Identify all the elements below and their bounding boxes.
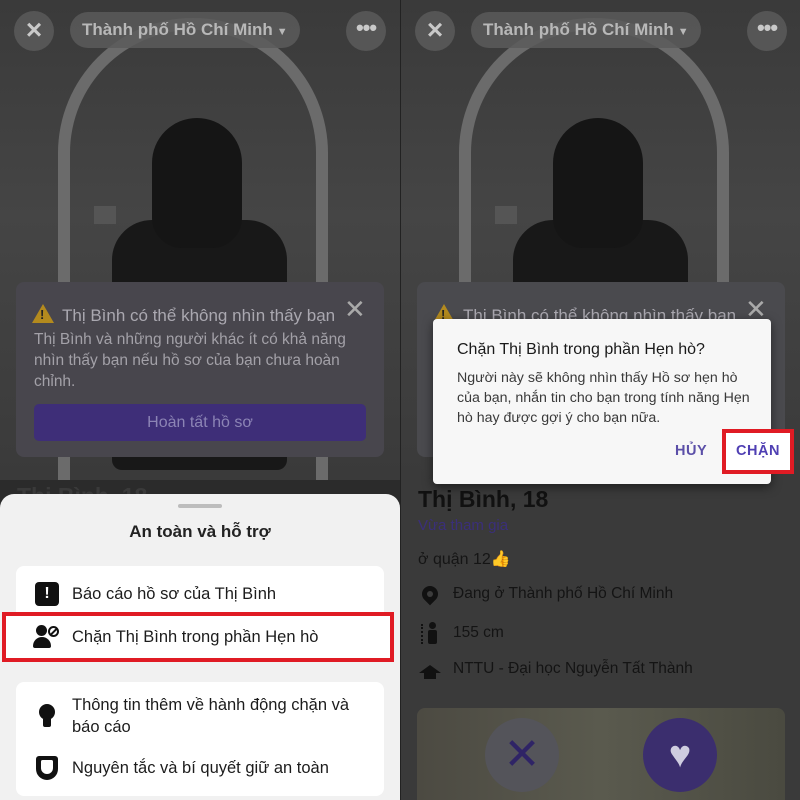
confirm-highlight: CHẶN — [722, 429, 794, 474]
chevron-down-icon: ▼ — [276, 26, 288, 38]
profile-name: Thị Bình, 18 — [418, 486, 549, 512]
info-location-label: Đang ở Thành phố Hồ Chí Minh — [453, 585, 674, 602]
more-options-icon[interactable]: ••• — [747, 11, 787, 51]
close-icon[interactable]: × — [14, 11, 54, 51]
dialog-title: Chặn Thị Bình trong phần Hẹn hò? — [457, 341, 705, 358]
sheet-drag-handle[interactable] — [178, 504, 222, 508]
sheet-title: An toàn và hỗ trợ — [129, 522, 271, 541]
block-report-info-item[interactable]: Thông tin thêm về hành động chặn và báo … — [16, 694, 384, 738]
info-row-height: 155 cm — [419, 622, 504, 644]
second-profile-photo — [417, 708, 785, 800]
info-row-school: NTTU - Đại học Nguyễn Tất Thành — [419, 660, 693, 679]
block-in-dating-label: Chặn Thị Bình trong phần Hẹn hò — [72, 628, 319, 646]
location-label: Thành phố Hồ Chí Minh — [483, 20, 674, 39]
warning-text: Thị Bình và những người khác ít có khả n… — [34, 331, 346, 390]
close-icon[interactable]: × — [415, 11, 455, 51]
like-heart-icon[interactable]: ♥ — [643, 718, 717, 792]
graduation-cap-icon — [419, 665, 441, 679]
exclamation-icon: ! — [35, 582, 59, 606]
left-panel: × Thành phố Hồ Chí Minh▼ ••• Thị Bình có… — [0, 0, 400, 800]
info-school-label: NTTU - Đại học Nguyễn Tất Thành — [453, 660, 693, 677]
person-head — [152, 118, 242, 248]
wall-outlet — [94, 206, 116, 224]
location-selector[interactable]: Thành phố Hồ Chí Minh ▼ — [70, 12, 300, 48]
complete-profile-button[interactable]: Hoàn tất hồ sơ — [34, 404, 366, 441]
shield-icon — [36, 756, 58, 780]
incomplete-profile-card: Thị Bình có thể không nhìn thấy bạn ✕ Th… — [16, 282, 384, 457]
block-in-dating-item[interactable]: Chặn Thị Bình trong phần Hẹn hò — [2, 612, 394, 662]
warning-title: Thị Bình có thể không nhìn thấy bạn — [32, 302, 335, 326]
more-options-icon[interactable]: ••• — [346, 11, 386, 51]
block-confirm-button[interactable]: CHẶN — [726, 433, 790, 470]
location-selector[interactable]: Thành phố Hồ Chí Minh ▼ — [471, 12, 701, 48]
chevron-down-icon: ▼ — [677, 26, 689, 38]
report-profile-label: Báo cáo hồ sơ của Thị Bình — [72, 585, 277, 603]
close-icon[interactable]: ✕ — [344, 294, 366, 325]
height-icon — [421, 622, 439, 644]
person-head — [553, 118, 643, 248]
location-pin-icon — [418, 582, 442, 606]
block-report-info-label: Thông tin thêm về hành động chặn và báo … — [72, 696, 350, 736]
safety-tips-label: Nguyên tắc và bí quyết giữ an toàn — [72, 759, 329, 777]
dialog-body: Người này sẽ không nhìn thấy Hồ sơ hẹn h… — [457, 370, 750, 426]
profile-bio: ở quận 12👍 — [418, 551, 511, 568]
lightbulb-icon — [39, 704, 55, 728]
info-height-label: 155 cm — [453, 624, 504, 641]
block-confirm-dialog: Chặn Thị Bình trong phần Hẹn hò? Người n… — [433, 319, 794, 484]
safety-tips-item[interactable]: Nguyên tắc và bí quyết giữ an toàn — [16, 754, 384, 782]
pass-x-icon[interactable]: ✕ — [485, 718, 559, 792]
report-profile-item[interactable]: ! Báo cáo hồ sơ của Thị Bình — [16, 580, 384, 608]
wall-outlet — [495, 206, 517, 224]
right-panel: × Thành phố Hồ Chí Minh▼ ••• Thị Bình có… — [400, 0, 800, 800]
block-user-icon — [33, 625, 61, 649]
warning-icon — [32, 304, 54, 323]
joined-status: Vừa tham gia — [418, 517, 509, 534]
info-row-location: Đang ở Thành phố Hồ Chí Minh — [418, 582, 674, 606]
sheet-group-info: Thông tin thêm về hành động chặn và báo … — [16, 682, 384, 796]
location-label: Thành phố Hồ Chí Minh — [82, 20, 273, 39]
cancel-button[interactable]: HỦY — [675, 443, 707, 459]
